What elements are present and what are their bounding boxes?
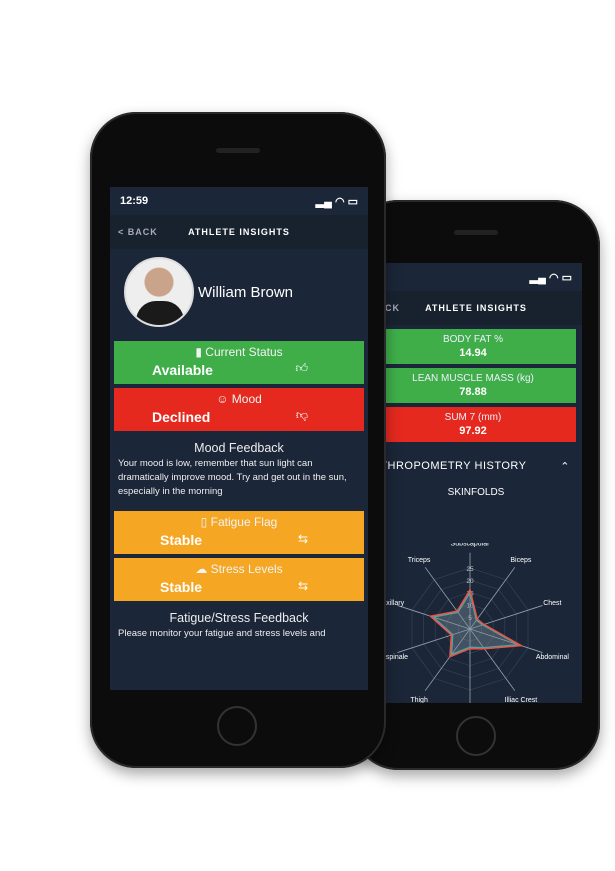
data-point (469, 647, 471, 650)
axis-label: Illiac Crest (505, 697, 538, 703)
card-value: 97.92 (459, 425, 487, 437)
thumbs-sideways-icon: ⇆ (297, 579, 308, 593)
axis-label: Triceps (408, 557, 431, 564)
thumbs-down-icon: 👎︎ (295, 408, 308, 422)
section-title: ANTHROPOMETRY HISTORY (370, 460, 527, 472)
data-point (476, 618, 478, 620)
front-screen: 12:59 ▂▄ ◠ ▭ < BACK ATHLETE INSIGHTS Willi… (110, 187, 368, 690)
data-point (429, 615, 432, 617)
card-value: Stable (160, 579, 203, 595)
back-screen: 1▂▄ ◠ ▭ BACKATHLETE INSIGHTS BODY FAT %1… (370, 263, 582, 703)
back-button[interactable]: < BACK (118, 227, 158, 237)
thumbs-up-icon: 👍︎ (295, 361, 308, 375)
status-icons: ▂▄ ◠ ▭ (529, 271, 572, 284)
back-phone: 1▂▄ ◠ ▭ BACKATHLETE INSIGHTS BODY FAT %1… (352, 200, 600, 770)
fatigue-flag-card[interactable]: ▯ Fatigue Flag Stable ⇆ (114, 511, 364, 554)
mood-feedback-text: Your mood is low, remember that sun ligh… (118, 458, 347, 497)
lean-mass-card: LEAN MUSCLE MASS (kg) 78.88 (370, 368, 576, 403)
smiley-icon: ☺ (216, 392, 232, 406)
data-point (483, 623, 485, 626)
chart-title: SKINFOLDS (447, 487, 505, 498)
card-label: Mood (231, 392, 262, 406)
battery-icon: ▯ (200, 515, 211, 529)
athlete-header: William Brown (110, 249, 368, 337)
body-fat-card: BODY FAT % 14.94 (370, 329, 576, 364)
axis-label: Biceps (510, 557, 532, 564)
card-label: Fatigue Flag (210, 515, 278, 529)
data-point (450, 634, 453, 636)
avatar (124, 257, 194, 327)
card-label: Current Status (205, 345, 283, 359)
card-label: BODY FAT % (442, 334, 504, 345)
mood-feedback-title: Mood Feedback (194, 441, 284, 455)
data-point (483, 647, 486, 650)
card-label: LEAN MUSCLE MASS (kg) (412, 373, 534, 384)
status-icons: ▂▄ ◠ ▭ (315, 195, 358, 208)
fatigue-feedback-title: Fatigue/Stress Feedback (169, 611, 309, 625)
tick-label: 20 (466, 578, 474, 585)
card-label: SUM 7 (mm) (444, 412, 502, 423)
card-value: 14.94 (459, 347, 487, 359)
current-status-card[interactable]: ▮ Current Status Available 👍︎ (114, 341, 364, 384)
sum7-card: SUM 7 (mm) 97.92 (370, 407, 576, 442)
card-value: Stable (160, 532, 203, 548)
skinfolds-radar-chart: Subscapular Biceps Chest Abdominal Illiac Cr… (370, 543, 570, 703)
section-header[interactable]: ANTHROPOMETRY HISTORY ⌃ (370, 446, 582, 473)
status-icon: ▮ (195, 345, 206, 359)
axis-label: Subscapular (451, 543, 491, 547)
status-time: 12:59 (120, 195, 149, 207)
tick-label: 25 (466, 566, 474, 573)
chevron-up-icon: ⌃ (560, 461, 570, 473)
card-label: Stress Levels (210, 562, 283, 576)
series-polygon (428, 587, 524, 658)
axis-label: Abdominal (536, 654, 570, 661)
data-point (469, 589, 471, 591)
card-value: 78.88 (459, 386, 487, 398)
card-value: Declined (152, 409, 211, 425)
card-value: Available (152, 362, 213, 378)
mood-card[interactable]: ☺ Mood Declined 👎︎ (114, 388, 364, 431)
fatigue-feedback-text: Please monitor your fatigue and stress l… (118, 628, 326, 639)
data-point (456, 610, 458, 613)
data-point (449, 655, 451, 658)
athlete-name: William Brown (198, 283, 294, 301)
nav-title: ATHLETE INSIGHTS (425, 303, 527, 313)
axis-label: Thigh (410, 697, 428, 703)
brain-icon: ☁ (195, 562, 211, 576)
front-phone: 12:59 ▂▄ ◠ ▭ < BACK ATHLETE INSIGHTS Willi… (90, 112, 386, 768)
stress-levels-card[interactable]: ☁ Stress Levels Stable ⇆ (114, 558, 364, 601)
axis-label: Chest (543, 600, 561, 607)
data-point (520, 644, 522, 647)
thumbs-sideways-icon: ⇆ (297, 532, 308, 546)
